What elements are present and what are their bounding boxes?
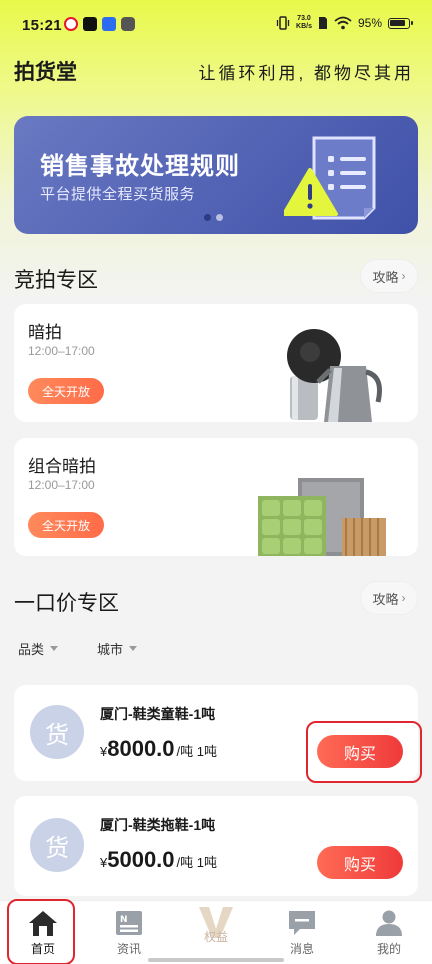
product-price: ¥ 8000.0 /吨 1吨 — [100, 736, 217, 762]
product-avatar: 货 — [30, 818, 84, 872]
status-app-icons — [64, 17, 135, 31]
guide-label: 攻略 — [372, 591, 399, 607]
buy-button-highlight — [306, 721, 422, 783]
price-amount: 5000.0 — [107, 847, 175, 872]
auction-section-title: 竞拍专区 — [14, 269, 98, 292]
auction-card-dark[interactable]: 暗拍 12:00–17:00 全天开放 — [14, 304, 418, 422]
city-filter[interactable]: 城市 — [97, 639, 138, 658]
building-materials-image — [258, 478, 386, 556]
nav-label-vip: 权益 — [203, 930, 228, 944]
pagination-dot[interactable] — [216, 214, 223, 221]
price-amount: 8000.0 — [107, 736, 175, 761]
product-avatar: 货 — [30, 705, 84, 759]
category-filter-label: 品类 — [18, 642, 45, 657]
city-filter-label: 城市 — [97, 642, 124, 657]
message-icon — [289, 911, 315, 935]
net-speed-unit: KB/s — [296, 23, 312, 30]
banner-title: 销售事故处理规则 — [40, 153, 240, 180]
chevron-right-icon: › — [401, 591, 406, 605]
auction-card-name: 暗拍 — [28, 323, 62, 342]
guide-label: 攻略 — [372, 269, 399, 285]
fixed-price-section-title: 一口价专区 — [14, 592, 119, 615]
price-unit: /吨 1吨 — [176, 855, 217, 870]
auction-card-hours: 12:00–17:00 — [28, 344, 95, 358]
pagination-dot-active[interactable] — [204, 214, 211, 221]
promo-banner[interactable]: 销售事故处理规则 平台提供全程买货服务 — [14, 116, 418, 234]
net-speed-value: 73.0 — [297, 15, 311, 22]
status-right: 73.0 KB/s 95% — [276, 15, 413, 31]
app-icon — [102, 17, 116, 31]
sim-icon — [318, 17, 327, 29]
appliance-image — [287, 329, 382, 422]
battery-percent: 95% — [357, 16, 382, 30]
auction-card-name: 组合暗拍 — [28, 457, 96, 476]
nav-label-news: 资讯 — [116, 942, 141, 956]
price-currency: ¥ — [100, 855, 108, 870]
dropdown-arrow-icon — [50, 646, 59, 651]
rules-document-icon — [284, 136, 376, 220]
nav-label-profile: 我的 — [376, 942, 401, 956]
nav-profile[interactable]: 我的 — [359, 909, 419, 957]
auction-guide-button[interactable]: 攻略 › — [360, 259, 418, 293]
buy-button[interactable]: 购买 — [317, 846, 403, 879]
category-filter[interactable]: 品类 — [18, 639, 59, 658]
status-time: 15:21 — [22, 17, 62, 34]
product-card[interactable]: 货 厦门-鞋类拖鞋-1吨 ¥ 5000.0 /吨 1吨 购买 — [14, 796, 418, 896]
nav-label-messages: 消息 — [289, 942, 314, 956]
fixed-price-guide-button[interactable]: 攻略 › — [360, 581, 418, 615]
svg-text:N: N — [120, 915, 128, 925]
news-icon: N — [116, 911, 142, 935]
home-indicator — [148, 958, 284, 962]
auction-card-hours: 12:00–17:00 — [28, 478, 95, 492]
status-bar: 15:21 73.0 KB/s 95% — [0, 0, 432, 48]
battery-icon — [388, 17, 413, 29]
price-unit: /吨 1吨 — [176, 744, 217, 759]
product-title: 厦门-鞋类童鞋-1吨 — [100, 706, 216, 722]
grid-app-icon — [121, 17, 135, 31]
open-all-day-tag: 全天开放 — [28, 512, 105, 538]
nav-messages[interactable]: 消息 — [272, 909, 332, 957]
chevron-right-icon: › — [401, 269, 406, 283]
brand-title: 拍货堂 — [14, 61, 77, 84]
product-price: ¥ 5000.0 /吨 1吨 — [100, 847, 217, 873]
product-title: 厦门-鞋类拖鞋-1吨 — [100, 817, 216, 833]
dropdown-arrow-icon — [129, 646, 138, 651]
tiktok-icon — [83, 17, 97, 31]
banner-subtitle: 平台提供全程买货服务 — [40, 186, 196, 203]
nav-home-highlight — [7, 899, 75, 964]
profile-icon — [376, 910, 402, 936]
slogan: 让循环利用, 都物尽其用 — [198, 64, 414, 83]
net-speed: 73.0 KB/s — [296, 15, 312, 31]
auction-card-bundle[interactable]: 组合暗拍 12:00–17:00 全天开放 — [14, 438, 418, 556]
vibrate-icon — [276, 16, 290, 30]
nav-vip[interactable]: 权益 — [186, 905, 246, 959]
weibo-icon — [64, 17, 78, 31]
nav-news[interactable]: N 资讯 — [99, 909, 159, 957]
price-currency: ¥ — [100, 744, 108, 759]
open-all-day-tag: 全天开放 — [28, 378, 105, 404]
wifi-icon — [334, 16, 352, 30]
banner-pagination — [204, 214, 223, 221]
